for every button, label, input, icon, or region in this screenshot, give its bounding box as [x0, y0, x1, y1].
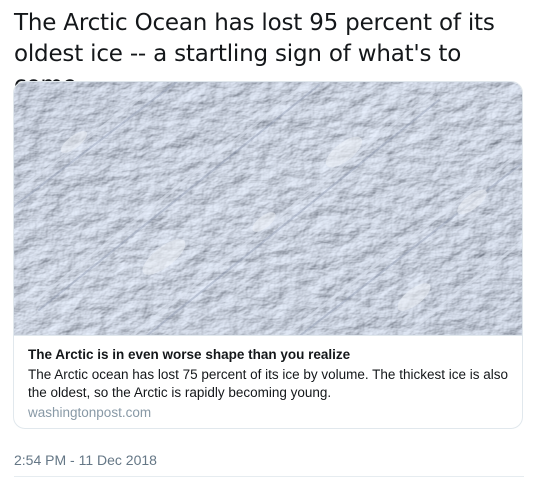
tweet: The Arctic Ocean has lost 95 percent of …	[0, 0, 538, 480]
tweet-timestamp[interactable]: 2:54 PM - 11 Dec 2018	[14, 451, 157, 469]
card-domain: washingtonpost.com	[28, 405, 152, 420]
card-body[interactable]: The Arctic is in even worse shape than y…	[14, 335, 522, 428]
link-card[interactable]: The Arctic is in even worse shape than y…	[13, 81, 523, 429]
card-description: The Arctic ocean has lost 75 percent of …	[28, 367, 508, 400]
divider	[14, 476, 524, 477]
card-title[interactable]: The Arctic is in even worse shape than y…	[28, 346, 508, 363]
card-image[interactable]	[14, 82, 523, 335]
